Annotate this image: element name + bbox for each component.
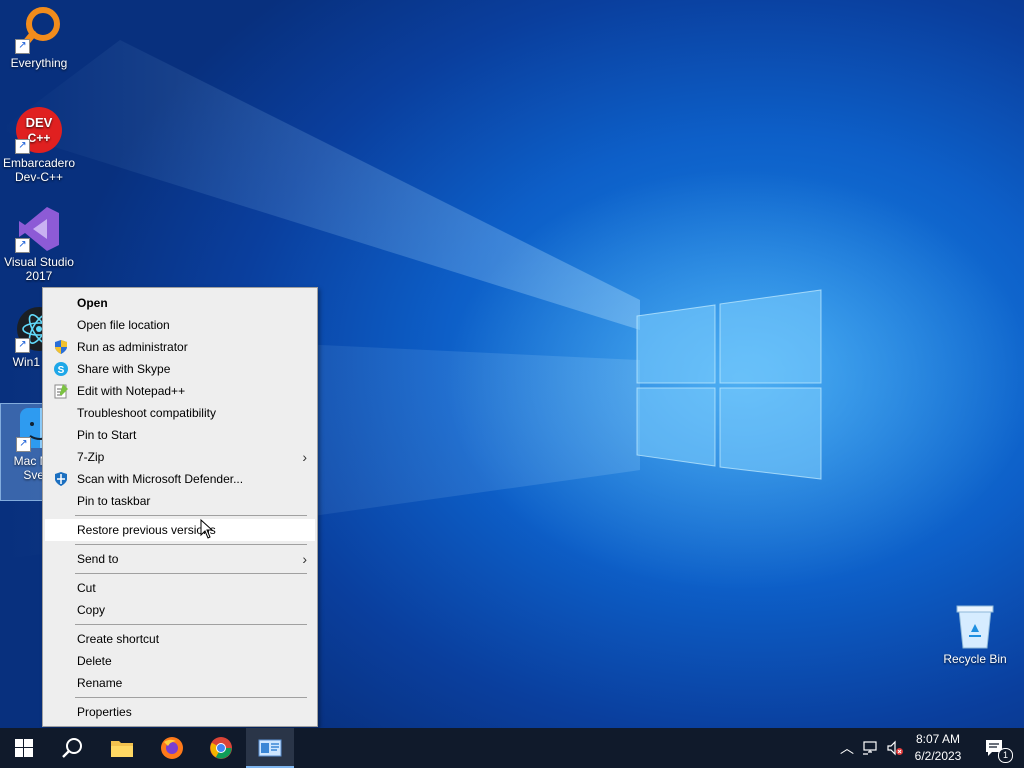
- everything-icon: ↗: [15, 6, 63, 54]
- menu-item-restore-previous-versions[interactable]: Restore previous versions: [45, 519, 315, 541]
- chrome-button[interactable]: [197, 728, 245, 768]
- menu-item-label: Pin to Start: [77, 428, 137, 442]
- desktop-icon-label: Everything: [10, 56, 68, 70]
- menu-item-label: Copy: [77, 603, 106, 617]
- menu-item-label: Troubleshoot compatibility: [77, 406, 216, 420]
- shield-icon: [53, 339, 69, 355]
- desktop-icon-label: Recycle Bin: [943, 652, 1007, 666]
- menu-item-delete[interactable]: Delete: [43, 650, 317, 672]
- desktop-icon-recycle-bin[interactable]: Recycle Bin: [936, 602, 1014, 666]
- svg-text:DEV: DEV: [26, 115, 53, 130]
- menu-item-rename[interactable]: Rename: [43, 672, 317, 694]
- search-icon: [62, 738, 82, 758]
- menu-item-run-as-admin[interactable]: Run as administrator: [43, 336, 317, 358]
- clock-date: 6/2/2023: [914, 749, 962, 763]
- file-explorer-button[interactable]: [98, 728, 146, 768]
- clock-time: 8:07 AM: [915, 732, 961, 746]
- volume-button[interactable]: [884, 728, 906, 768]
- menu-separator: [75, 515, 307, 516]
- shortcut-arrow-icon: ↗: [15, 338, 30, 353]
- mouse-cursor-icon: [200, 519, 214, 539]
- firefox-icon: [161, 737, 183, 759]
- system-clock[interactable]: 8:07 AM 6/2/2023: [908, 731, 968, 765]
- desktop-icon-visual-studio[interactable]: ↗ Visual Studio 2017: [0, 205, 78, 283]
- shortcut-arrow-icon: ↗: [15, 139, 30, 154]
- menu-item-7zip[interactable]: 7-Zip ›: [43, 446, 317, 468]
- menu-item-scan-defender[interactable]: Scan with Microsoft Defender...: [43, 468, 317, 490]
- skype-icon: S: [53, 361, 69, 377]
- chrome-icon: [210, 737, 232, 759]
- volume-muted-icon: [887, 740, 903, 756]
- menu-item-label: Properties: [77, 705, 132, 719]
- menu-item-label: Share with Skype: [77, 362, 171, 376]
- shortcut-arrow-icon: ↗: [16, 437, 31, 452]
- menu-separator: [75, 544, 307, 545]
- action-center-button[interactable]: 1: [980, 728, 1013, 768]
- context-menu: Open Open file location Run as administr…: [42, 287, 318, 727]
- menu-item-edit-notepadpp[interactable]: Edit with Notepad++: [43, 380, 317, 402]
- menu-item-label: 7-Zip: [77, 450, 105, 464]
- notepad-plus-plus-icon: [53, 383, 69, 399]
- menu-separator: [75, 697, 307, 698]
- menu-item-label: Rename: [77, 676, 123, 690]
- menu-item-label: Edit with Notepad++: [77, 384, 186, 398]
- menu-item-properties[interactable]: Properties: [43, 701, 317, 723]
- network-icon: [863, 741, 877, 755]
- chevron-up-icon: ︿: [840, 740, 854, 756]
- desktop-icon-label: Embarcadero Dev-C++: [2, 156, 76, 184]
- desktop-icon-everything[interactable]: ↗ Everything: [0, 6, 78, 70]
- menu-item-pin-to-start[interactable]: Pin to Start: [43, 424, 317, 446]
- menu-item-cut[interactable]: Cut: [43, 577, 317, 599]
- menu-item-open-file-location[interactable]: Open file location: [43, 314, 317, 336]
- menu-item-label: Create shortcut: [77, 632, 160, 646]
- menu-item-label: Cut: [77, 581, 96, 595]
- recycle-bin-icon: [951, 602, 999, 650]
- menu-item-share-skype[interactable]: S Share with Skype: [43, 358, 317, 380]
- menu-item-open[interactable]: Open: [43, 292, 317, 314]
- menu-item-label: Pin to taskbar: [77, 494, 151, 508]
- show-hidden-icons-button[interactable]: ︿: [838, 728, 856, 768]
- search-button[interactable]: [48, 728, 96, 768]
- menu-separator: [75, 624, 307, 625]
- menu-item-troubleshoot[interactable]: Troubleshoot compatibility: [43, 402, 317, 424]
- firefox-button[interactable]: [148, 728, 196, 768]
- devcpp-icon: DEV C++ ↗: [15, 106, 63, 154]
- desktop-icon-devcpp[interactable]: DEV C++ ↗ Embarcadero Dev-C++: [0, 106, 78, 184]
- menu-item-label: Run as administrator: [77, 340, 188, 354]
- menu-item-label: Delete: [77, 654, 112, 668]
- control-panel-icon: [258, 739, 282, 757]
- svg-text:S: S: [58, 365, 65, 376]
- visual-studio-icon: ↗: [15, 205, 63, 253]
- taskbar: ︿ 8:07 AM 6/2/2023 1: [0, 728, 1024, 768]
- windows-start-icon: [15, 739, 33, 757]
- desktop-icon-label: Visual Studio 2017: [4, 255, 74, 283]
- menu-item-label: Send to: [77, 552, 119, 566]
- menu-item-create-shortcut[interactable]: Create shortcut: [43, 628, 317, 650]
- network-button[interactable]: [860, 728, 882, 768]
- shortcut-arrow-icon: ↗: [15, 238, 30, 253]
- menu-item-label: Open file location: [77, 318, 170, 332]
- svg-text:C++: C++: [28, 131, 51, 145]
- notification-count-badge: 1: [998, 748, 1013, 763]
- menu-item-pin-to-taskbar[interactable]: Pin to taskbar: [43, 490, 317, 512]
- menu-item-label: Scan with Microsoft Defender...: [77, 472, 244, 486]
- menu-separator: [75, 573, 307, 574]
- control-panel-button[interactable]: [246, 728, 294, 768]
- menu-item-copy[interactable]: Copy: [43, 599, 317, 621]
- menu-item-label: Open: [77, 296, 108, 310]
- defender-icon: [53, 471, 69, 487]
- chevron-right-icon: ›: [302, 551, 307, 567]
- shortcut-arrow-icon: ↗: [15, 39, 30, 54]
- menu-item-label: Restore previous versions: [77, 523, 216, 537]
- start-button[interactable]: [0, 728, 48, 768]
- folder-icon: [111, 741, 133, 757]
- menu-item-send-to[interactable]: Send to ›: [43, 548, 317, 570]
- chevron-right-icon: ›: [302, 449, 307, 465]
